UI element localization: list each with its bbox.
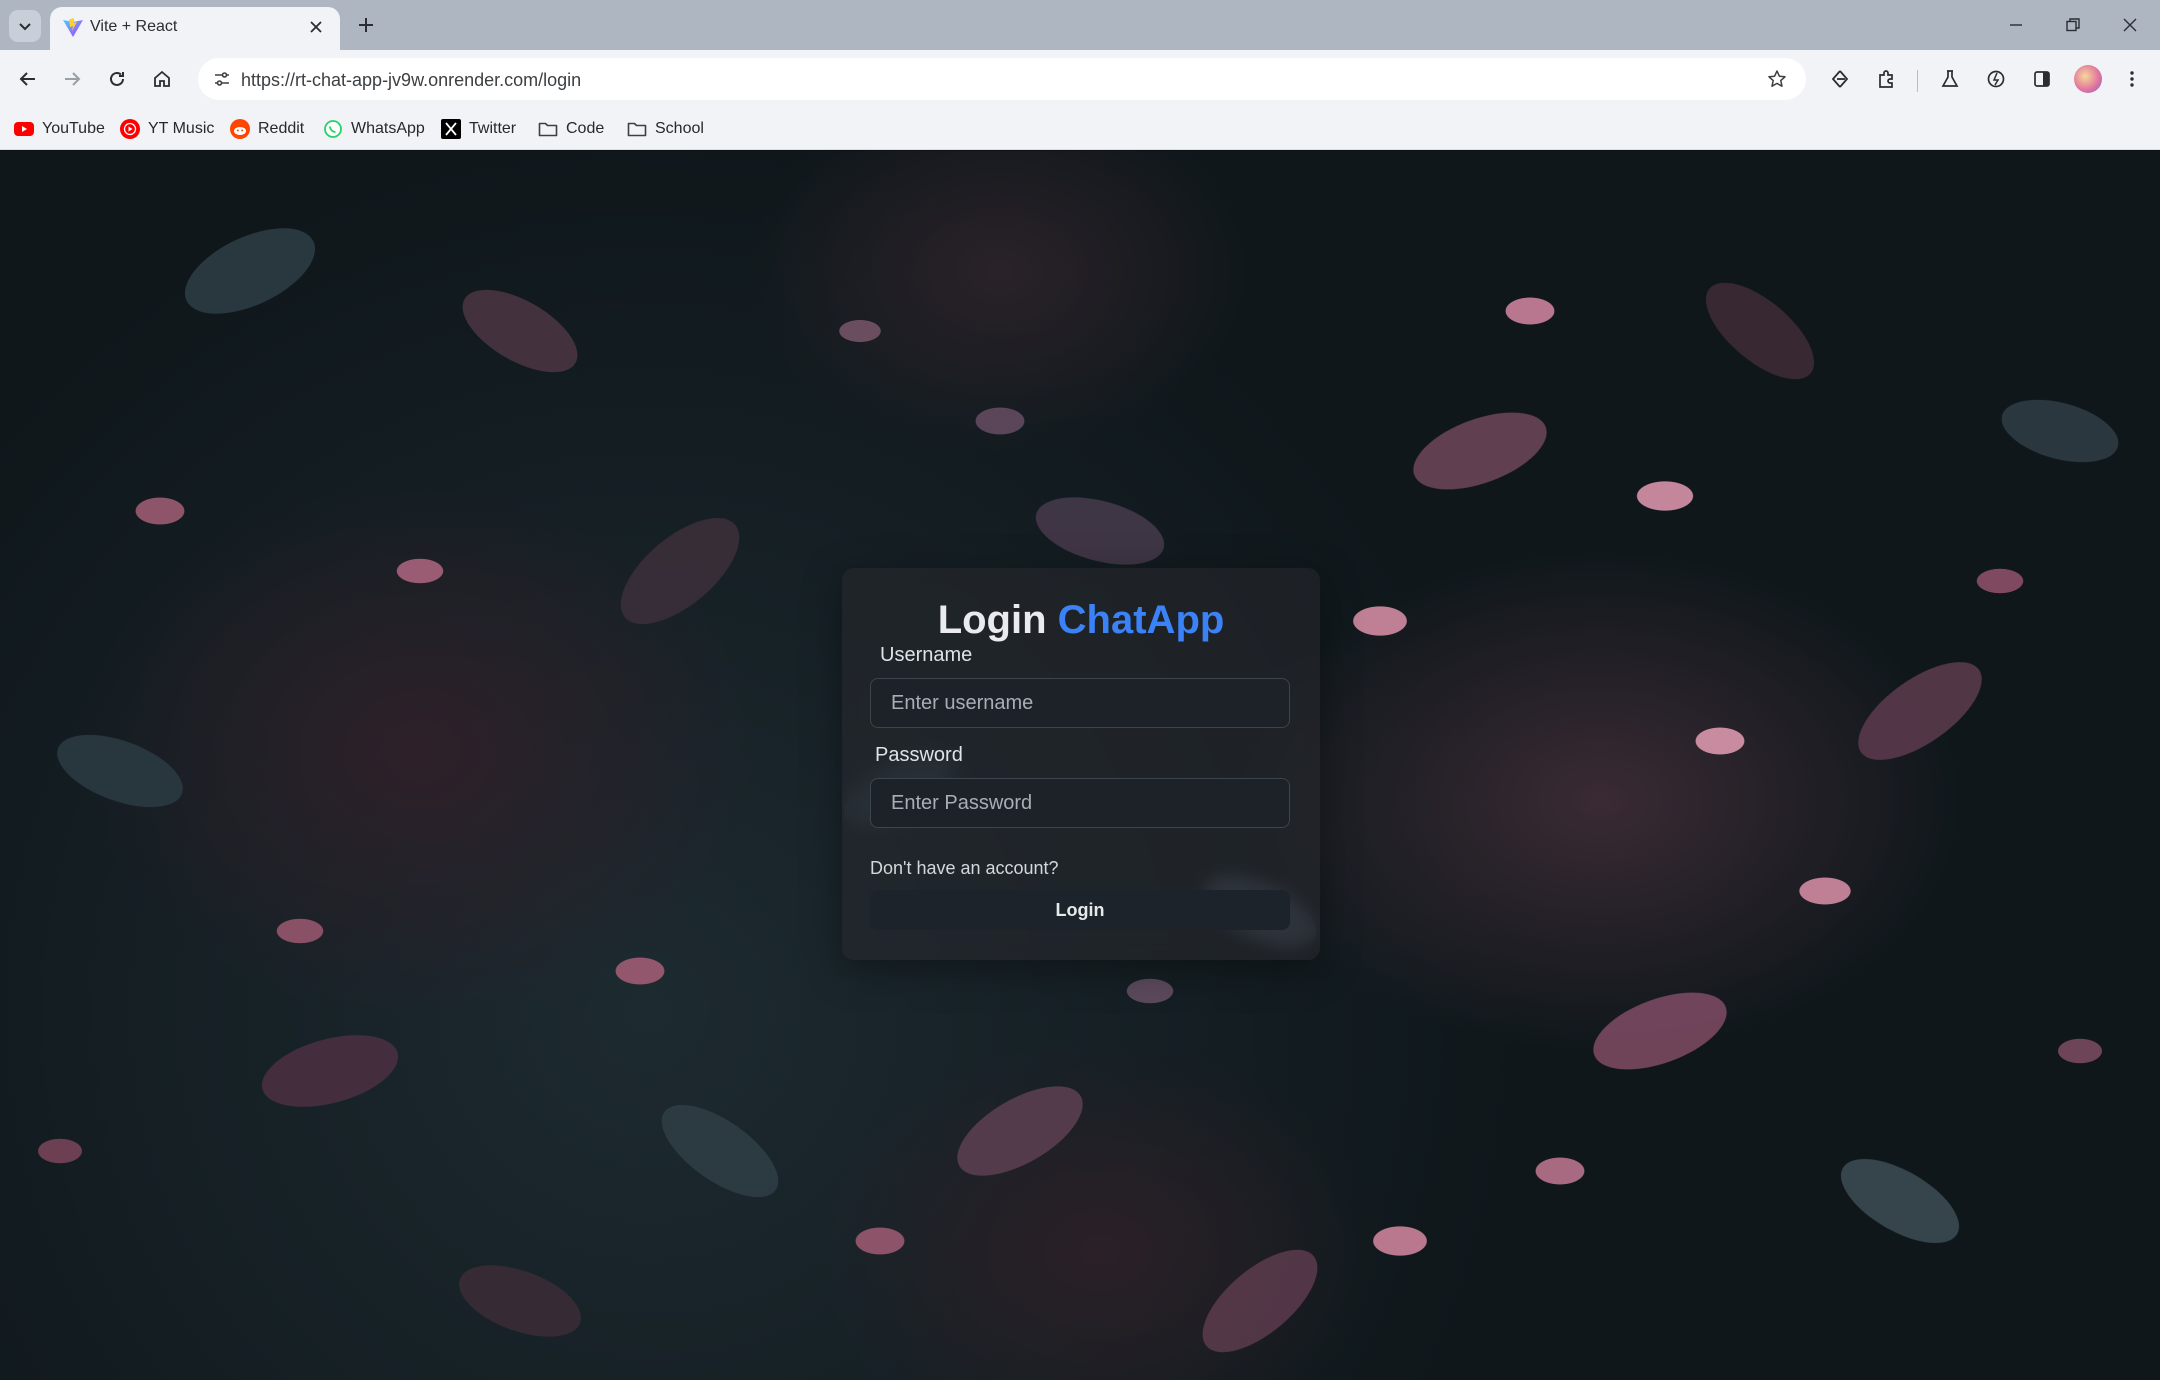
login-title: Login ChatApp [842, 598, 1320, 643]
toolbar-separator [1917, 70, 1918, 92]
bookmarks-bar: YouTube YT Music Reddit WhatsApp Twitter… [0, 108, 2160, 150]
bookmark-reddit[interactable]: Reddit [230, 115, 304, 143]
vite-logo-icon [63, 18, 83, 37]
active-tab[interactable]: Vite + React [50, 7, 340, 50]
menu-button[interactable] [2116, 63, 2148, 95]
restore-button[interactable] [2056, 10, 2090, 40]
close-icon [310, 21, 322, 33]
side-panel-icon [2034, 71, 2050, 87]
new-tab-button[interactable] [352, 11, 380, 39]
close-icon [2123, 18, 2137, 32]
bookmark-label: YouTube [42, 120, 105, 137]
site-info-button[interactable] [206, 63, 238, 95]
tab-close-button[interactable] [304, 15, 328, 39]
puzzle-icon [1879, 70, 1893, 88]
reload-icon [110, 71, 124, 86]
close-window-button[interactable] [2113, 10, 2147, 40]
minimize-icon [2010, 24, 2022, 26]
arrow-right-icon [65, 72, 81, 86]
login-card: Login ChatApp Username Password Don't ha… [842, 568, 1320, 960]
login-title-accent: ChatApp [1057, 598, 1225, 642]
tune-icon [215, 72, 229, 86]
more-vertical-icon [2130, 71, 2134, 87]
bookmark-folder-code[interactable]: Code [538, 115, 604, 143]
performance-button[interactable] [1980, 63, 2012, 95]
back-button[interactable] [12, 63, 44, 95]
username-input[interactable] [871, 679, 1289, 727]
username-field-wrapper [870, 678, 1290, 728]
password-label: Password [875, 744, 963, 766]
google-lens-button[interactable] [1824, 63, 1856, 95]
tab-strip: Vite + React [0, 0, 2160, 50]
plus-icon [359, 18, 373, 32]
folder-icon [538, 122, 558, 137]
username-label: Username [880, 644, 973, 666]
speedometer-icon [1987, 70, 2005, 88]
bookmark-label: Code [566, 120, 605, 137]
password-field-wrapper [870, 778, 1290, 828]
forward-button[interactable] [56, 63, 88, 95]
bookmark-yt-music[interactable]: YT Music [120, 115, 214, 143]
bookmark-youtube[interactable]: YouTube [14, 115, 105, 143]
page-viewport: Login ChatApp Username Password Don't ha… [0, 151, 2160, 1380]
login-title-main: Login [937, 598, 1047, 642]
flask-icon [1941, 70, 1959, 87]
chevron-down-icon [19, 23, 31, 31]
home-icon [154, 70, 170, 87]
home-button[interactable] [146, 63, 178, 95]
bookmark-whatsapp[interactable]: WhatsApp [323, 115, 425, 143]
minimize-button[interactable] [1999, 10, 2033, 40]
bookmark-folder-school[interactable]: School [627, 115, 704, 143]
signup-link[interactable]: Don't have an account? [870, 858, 1059, 879]
yt-music-icon [120, 119, 140, 139]
login-button[interactable]: Login [870, 890, 1290, 930]
labs-button[interactable] [1934, 63, 1966, 95]
folder-icon [627, 122, 647, 137]
bookmark-star-button[interactable] [1762, 64, 1792, 94]
bookmark-twitter[interactable]: Twitter [441, 115, 516, 143]
browser-toolbar: https://rt-chat-app-jv9w.onrender.com/lo… [0, 50, 2160, 108]
address-bar[interactable]: https://rt-chat-app-jv9w.onrender.com/lo… [198, 58, 1806, 100]
translate-icon [1831, 70, 1849, 88]
extensions-button[interactable] [1870, 63, 1902, 95]
youtube-icon [14, 122, 34, 136]
profile-avatar[interactable] [2074, 65, 2102, 93]
side-panel-button[interactable] [2026, 63, 2058, 95]
reddit-icon [230, 119, 250, 139]
password-input[interactable] [871, 779, 1289, 827]
bookmark-label: WhatsApp [351, 120, 425, 137]
star-icon [1768, 70, 1786, 87]
bookmark-label: YT Music [148, 120, 215, 137]
arrow-left-icon [19, 72, 35, 86]
bookmark-label: Reddit [258, 120, 305, 137]
tab-search-button[interactable] [9, 10, 41, 42]
bookmark-label: Twitter [469, 120, 517, 137]
x-twitter-icon [441, 119, 461, 139]
reload-button[interactable] [101, 63, 133, 95]
url-text[interactable]: https://rt-chat-app-jv9w.onrender.com/lo… [241, 70, 581, 91]
restore-icon [2066, 18, 2080, 32]
tab-title: Vite + React [90, 18, 178, 35]
whatsapp-icon [324, 120, 342, 138]
bookmark-label: School [655, 120, 704, 137]
